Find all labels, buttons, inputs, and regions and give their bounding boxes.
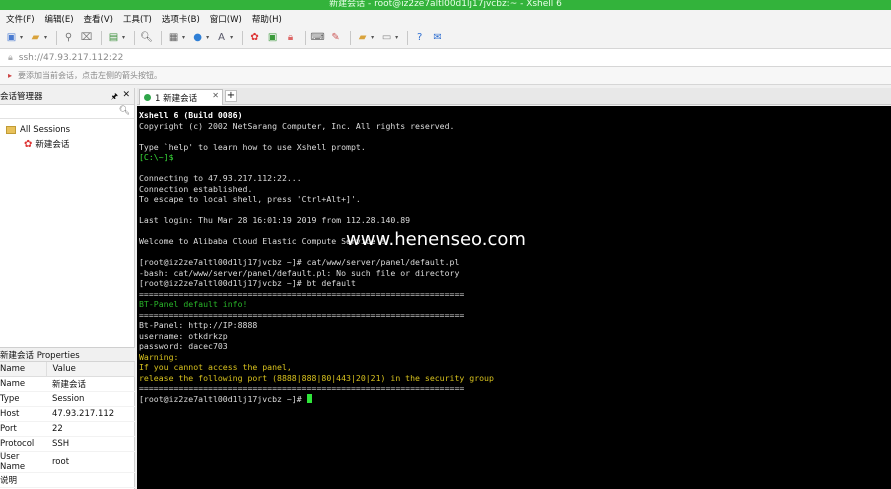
- properties-panel: 新建会话 Properties Name Value Name 新建会话 Type…: [0, 347, 135, 488]
- menu-tabs[interactable]: 选项卡(B): [162, 13, 200, 25]
- terminal-line: [root@iz2ze7altl00d1lj17jvcbz ~]# bt def…: [139, 278, 356, 288]
- tab-session[interactable]: 1 新建会话 ✕: [139, 89, 223, 105]
- chat-icon[interactable]: ✉: [430, 30, 445, 45]
- keyboard-icon[interactable]: ⌨: [310, 30, 325, 45]
- pin-icon[interactable]: 🖈︎: [111, 91, 118, 105]
- new-session-icon[interactable]: ▣: [4, 30, 19, 45]
- open-folder-icon[interactable]: ▰: [28, 30, 43, 45]
- find-icon[interactable]: 🔍︎: [139, 30, 154, 45]
- lock-icon[interactable]: 🔒︎: [283, 30, 298, 45]
- toolbar: ▣ ▾ ▰ ▾ ⚲ ⌧ ▤ ▾ 🔍︎ ▦ ▾ ● ▾ A ▾ ✿ ▣ 🔒︎ ⌨ ✎ ▰ ▾ ▭…: [0, 27, 891, 49]
- table-row: Host 47.93.217.112: [0, 406, 135, 422]
- terminal-line: To escape to local shell, press 'Ctrl+Al…: [139, 194, 361, 204]
- column-header-value[interactable]: Value: [46, 362, 135, 377]
- terminal-line: Copyright (c) 2002 NetSarang Computer, I…: [139, 120, 455, 131]
- tab-label: 1 新建会话: [155, 93, 198, 104]
- table-row: Type Session: [0, 391, 135, 407]
- add-tab-button[interactable]: +: [225, 90, 237, 102]
- transfer-icon[interactable]: ▣: [265, 30, 280, 45]
- hint-bar: ▸ 要添加当前会话，点击左侧的箭头按钮。: [0, 67, 891, 85]
- search-icon[interactable]: 🔍︎: [119, 106, 130, 116]
- folder-icon: [6, 126, 16, 134]
- terminal-line: BT-Panel default info!: [139, 299, 248, 309]
- column-header-name[interactable]: Name: [0, 362, 47, 377]
- font-icon[interactable]: A: [214, 30, 229, 45]
- terminal-line: release the following port (8888|888|80|…: [139, 372, 494, 383]
- session-search-input[interactable]: 🔍︎: [0, 105, 134, 119]
- properties-icon[interactable]: ▤: [106, 30, 121, 45]
- menu-window[interactable]: 窗口(W): [210, 13, 242, 25]
- terminal-line: [C:\~]$: [139, 152, 174, 162]
- table-row: User Name root: [0, 451, 135, 473]
- menu-help[interactable]: 帮助(H): [252, 13, 282, 25]
- menu-tools[interactable]: 工具(T): [123, 13, 152, 25]
- watermark-text: www.henenseo.com: [346, 229, 526, 250]
- new-tab-icon[interactable]: ▰: [355, 30, 370, 45]
- address-text: ssh://47.93.217.112:22: [18, 52, 124, 63]
- session-manager-header: 会话管理器 🖈︎ ✕: [0, 88, 134, 105]
- tree-item-session[interactable]: ✿ 新建会话: [0, 137, 134, 151]
- table-row: Name 新建会话: [0, 376, 135, 392]
- reconnect-icon[interactable]: ⚲: [61, 30, 76, 45]
- tab-bar: 1 新建会话 ✕ +: [137, 88, 891, 105]
- terminal-cursor: [306, 393, 312, 403]
- table-row: Port 22: [0, 421, 135, 437]
- table-row: 说明: [0, 472, 135, 488]
- menu-file[interactable]: 文件(F): [6, 13, 35, 25]
- terminal-line: -bash: cat/www/server/panel/default.pl: …: [139, 267, 460, 278]
- tile-icon[interactable]: ▭: [379, 30, 394, 45]
- terminal-output[interactable]: Xshell 6 (Build 0086) Copyright (c) 2002 …: [137, 106, 891, 489]
- session-icon: ✿: [24, 138, 33, 150]
- terminal-line: ========================================…: [139, 309, 465, 320]
- help-icon[interactable]: ?: [412, 30, 427, 45]
- tree-item-all-sessions[interactable]: All Sessions: [0, 123, 134, 137]
- address-bar[interactable]: 🔒︎ ssh://47.93.217.112:22: [0, 49, 891, 67]
- session-manager-title: 会话管理器: [0, 92, 43, 102]
- terminal-line: [root@iz2ze7altl00d1lj17jvcbz ~]# cat/ww…: [139, 257, 460, 267]
- terminal-line: Warning:: [139, 351, 179, 362]
- globe-icon[interactable]: ●: [190, 30, 205, 45]
- tab-close-icon[interactable]: ✕: [212, 91, 219, 100]
- terminal-line: ========================================…: [139, 288, 465, 299]
- properties-table: Name Value Name 新建会话 Type Session Host 47.9…: [0, 362, 135, 488]
- menu-edit[interactable]: 编辑(E): [45, 13, 74, 25]
- session-manager-pane: 会话管理器 🖈︎ ✕ 🔍︎ All Sessions ✿ 新建会话 新建会话 P…: [0, 88, 135, 489]
- hint-text: 要添加当前会话，点击左侧的箭头按钮。: [18, 71, 163, 80]
- terminal-line: Bt-Panel: http://IP:8888: [139, 320, 258, 330]
- session-tree: All Sessions ✿ 新建会话: [0, 119, 134, 151]
- terminal-line: If you cannot access the panel,: [139, 362, 292, 372]
- bookmark-icon[interactable]: ▸: [8, 71, 12, 80]
- terminal-line: Last login: Thu Mar 28 16:01:19 2019 fro…: [139, 215, 411, 225]
- properties-title: 新建会话 Properties: [0, 347, 135, 362]
- terminal-line: ========================================…: [139, 383, 465, 393]
- layout-icon[interactable]: ▦: [166, 30, 181, 45]
- terminal-line: Xshell 6 (Build 0086): [139, 110, 243, 120]
- menu-bar: 文件(F) 编辑(E) 查看(V) 工具(T) 选项卡(B) 窗口(W) 帮助(…: [0, 10, 891, 27]
- terminal-line: [root@iz2ze7altl00d1lj17jvcbz ~]#: [139, 393, 891, 405]
- script-icon[interactable]: ✎: [328, 30, 343, 45]
- terminal-line: username: otkdrkzp: [139, 330, 228, 341]
- lock-icon: 🔒︎: [8, 52, 13, 63]
- menu-view[interactable]: 查看(V): [84, 13, 113, 25]
- status-dot-icon: [144, 94, 151, 101]
- terminal-line: Type `help' to learn how to use Xshell p…: [139, 141, 366, 152]
- close-icon[interactable]: ✕: [122, 90, 130, 100]
- xftp-icon[interactable]: ✿: [247, 30, 262, 45]
- terminal-line: Connection established.: [139, 183, 253, 194]
- disconnect-icon[interactable]: ⌧: [79, 30, 94, 45]
- window-title: 新建会话 - root@iz2ze7altl00d1lj17jvcbz:~ - …: [0, 0, 891, 10]
- terminal-line: Connecting to 47.93.217.112:22...: [139, 173, 302, 183]
- table-row: Protocol SSH: [0, 436, 135, 452]
- terminal-line: password: dacec703: [139, 341, 228, 351]
